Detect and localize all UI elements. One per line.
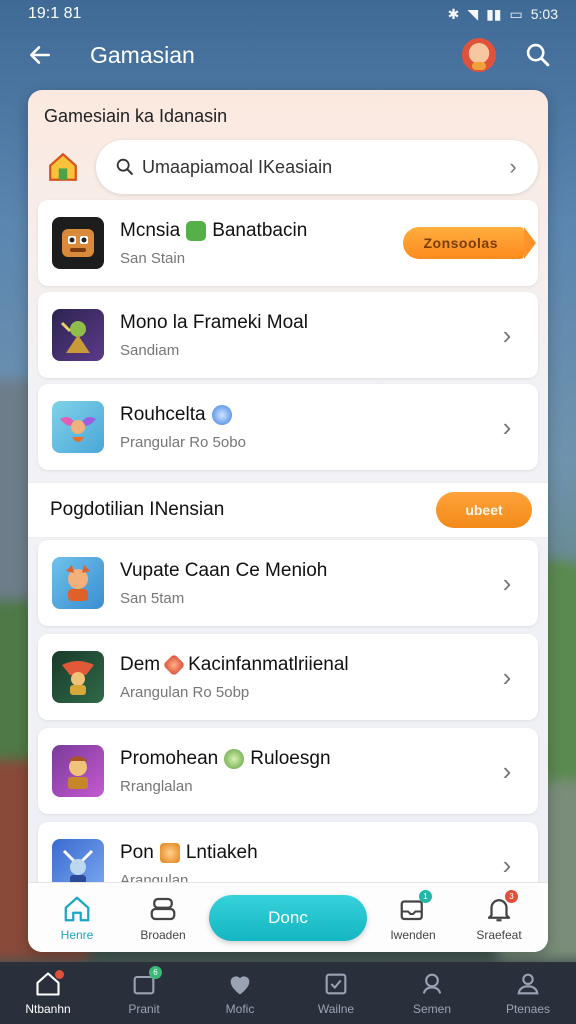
fox-hero-icon [52, 557, 104, 609]
item-subtitle: Arangulan Ro 5obp [120, 683, 250, 701]
shield-green-icon [186, 220, 207, 241]
home-badge[interactable] [44, 148, 82, 186]
tab-label: Broaden [140, 927, 186, 942]
home-icon [64, 896, 90, 921]
search-text: Umaapiamoal IKeasiain [142, 156, 333, 177]
chevron-right-icon: › [502, 412, 512, 442]
house-icon [49, 152, 77, 181]
knight-hero-icon [52, 745, 104, 797]
done-button[interactable]: Donc [209, 894, 367, 941]
heart-icon [230, 976, 250, 995]
nav-item-home[interactable]: Ntbanhn [8, 970, 88, 1016]
nav-item-ptenaes[interactable]: Ptenaes [488, 970, 568, 1016]
item-title: Rouhcelta [120, 403, 206, 425]
item-subtitle: Prangular Ro 5obo [120, 433, 246, 451]
list-item[interactable]: Promohean Ruloesgn Rranglalan › [38, 728, 538, 814]
section-header: Pogdotilian INensian ubeet [28, 482, 548, 538]
dragon-warrior-icon [52, 651, 104, 703]
wifi-icon: ◥ [467, 5, 479, 22]
nav-label: Ntbanhn [25, 1002, 71, 1016]
item-title-suffix: Lntiakeh [185, 841, 258, 863]
tab-sraefeat[interactable]: 3 Sraefeat [459, 889, 539, 942]
list-item[interactable]: Rouhcelta Prangular Ro 5obo › [38, 384, 538, 470]
main-panel: Gamesiain ka Idanasin Umaapiamoal IKeasi… [28, 90, 548, 952]
chevron-right-icon: › [502, 850, 512, 880]
search-bar[interactable]: Umaapiamoal IKeasiain › [96, 140, 538, 194]
headset-icon [422, 973, 442, 994]
item-subtitle: Rranglalan [120, 777, 193, 795]
item-title: Mcnsia [120, 219, 181, 241]
red-gem-icon [162, 653, 186, 676]
checkbox-icon [325, 973, 347, 995]
notification-dot [55, 970, 64, 979]
chevron-right-icon: › [502, 756, 512, 786]
controller-icon [150, 897, 176, 920]
search-icon [116, 158, 133, 175]
warrior-game-icon [52, 309, 104, 361]
item-title: Vupate Caan Ce Menioh [120, 559, 328, 581]
list-item[interactable]: Vupate Caan Ce Menioh San 5tam › [38, 540, 538, 626]
section-title: Pogdotilian INensian [50, 499, 225, 520]
list-item[interactable]: Mono la Frameki Moal Sandiam › [38, 292, 538, 378]
fairy-game-icon [52, 401, 104, 453]
item-title: Promohean [120, 747, 219, 769]
item-title-suffix: Banatbacin [212, 219, 308, 241]
panel-heading: Gamesiain ka Idanasin [44, 106, 228, 126]
tab-badge: 1 [419, 889, 432, 903]
nav-label: Pranit [128, 1002, 160, 1016]
list-item[interactable]: Mcnsia Banatbacin San Stain Zonsoolas [38, 200, 538, 286]
bluetooth-icon: ✱ [447, 5, 460, 22]
item-title: Dem [120, 653, 161, 675]
status-bar: 19:1 81 ✱ ◥ ▮▮ ▭ 5:03 [0, 0, 576, 28]
item-subtitle: Sandiam [120, 341, 180, 359]
tab-home[interactable]: Henre [37, 894, 117, 942]
back-button[interactable] [20, 35, 60, 75]
nav-badge: 6 [149, 966, 162, 979]
arrow-left-icon [30, 46, 50, 64]
zonsoolas-badge-button[interactable]: Zonsoolas [403, 227, 536, 259]
profile-icon [517, 973, 539, 995]
green-gem-icon [224, 748, 245, 769]
chevron-right-icon: › [502, 662, 512, 692]
robot-game-icon [52, 217, 104, 269]
tab-label: Iwenden [390, 927, 436, 942]
battery-icon: ▭ [509, 5, 523, 22]
inner-tab-bar: Henre Broaden Donc 1 Iwenden 3 Sraefeat [28, 882, 548, 952]
orange-gem-icon [159, 842, 180, 863]
chevron-right-icon: › [502, 568, 512, 598]
status-clock: 5:03 [530, 6, 558, 22]
chevron-right-icon: › [502, 320, 512, 350]
item-subtitle: San 5tam [120, 589, 185, 607]
chevron-right-icon: › [509, 154, 517, 179]
bottom-navigation: Ntbanhn 6 Pranit Mofic Wailne Semen Pten… [0, 962, 576, 1024]
nav-label: Ptenaes [505, 1002, 551, 1016]
search-button[interactable] [520, 37, 556, 73]
list-item[interactable]: Dem Kacinfanmatlriienal Arangulan Ro 5ob… [38, 634, 538, 720]
tab-label: Henre [60, 927, 94, 942]
nav-item-mofic[interactable]: Mofic [200, 970, 280, 1016]
app-title: Gamasian [90, 41, 195, 68]
blue-gem-icon [211, 404, 232, 425]
section-more-button[interactable]: ubeet [436, 492, 532, 528]
item-title-suffix: Kacinfanmatlriienal [188, 653, 349, 675]
nav-label: Wailne [317, 1002, 355, 1016]
nav-item-wailne[interactable]: Wailne [296, 970, 376, 1016]
item-title-suffix: Ruloesgn [250, 747, 331, 769]
status-time: 19:1 81 [28, 5, 82, 22]
tab-iwenden[interactable]: 1 Iwenden [373, 889, 453, 942]
nav-item-semen[interactable]: Semen [392, 970, 472, 1016]
tab-label: Sraefeat [476, 927, 522, 942]
signal-icon: ▮▮ [486, 5, 502, 22]
nav-label: Semen [412, 1002, 452, 1016]
tab-badge: 3 [505, 889, 518, 903]
tab-broaden[interactable]: Broaden [123, 894, 203, 942]
search-icon [526, 43, 550, 67]
nav-item-pranit[interactable]: 6 Pranit [104, 966, 184, 1016]
item-title: Mono la Frameki Moal [120, 311, 308, 333]
nav-label: Mofic [225, 1002, 255, 1016]
item-title: Pon [120, 841, 154, 863]
item-subtitle: San Stain [120, 249, 186, 267]
app-bar: Gamasian [0, 28, 576, 82]
avatar[interactable] [462, 38, 496, 72]
